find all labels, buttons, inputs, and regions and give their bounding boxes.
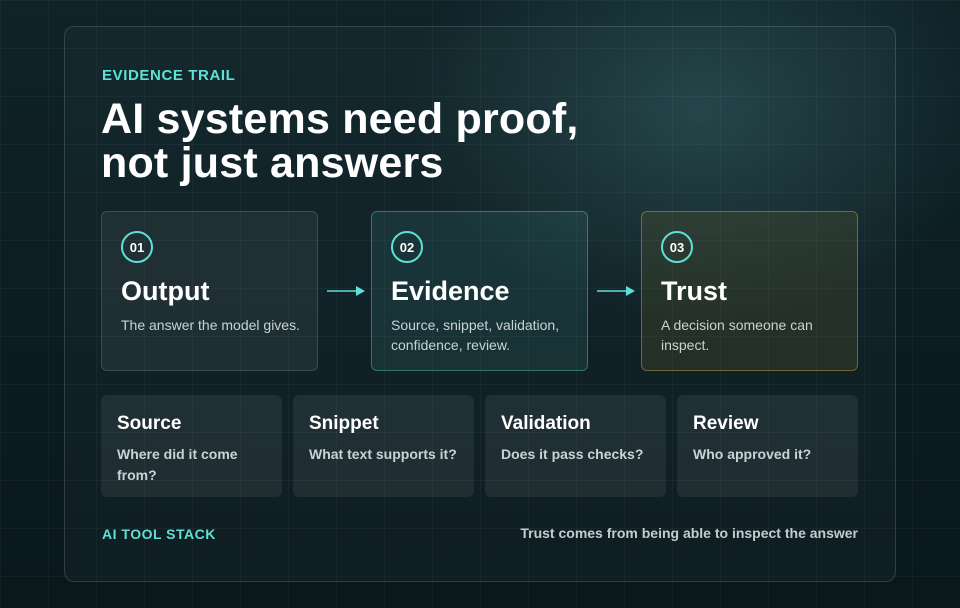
step-evidence: 02 Evidence Source, snippet, validation,… [371,211,588,371]
card-validation: Validation Does it pass checks? [485,395,666,497]
card-title: Validation [501,413,591,434]
title-line-2: not just answers [101,139,444,187]
card-review: Review Who approved it? [677,395,858,497]
title-line-1: AI systems need proof, [101,95,579,143]
card-question: What text supports it? [309,446,457,462]
arrow-right-icon [597,286,635,296]
card-question: Where did it come from? [117,446,238,483]
card-question: Who approved it? [693,446,812,462]
step-title: Trust [661,276,728,306]
card-title: Snippet [309,413,379,434]
step-description: Source, snippet, validation, confidence,… [391,317,560,353]
card-question: Does it pass checks? [501,446,644,462]
step-description: The answer the model gives. [121,317,300,333]
card-snippet: Snippet What text supports it? [293,395,474,497]
card-title: Source [117,413,182,434]
page-title: AI systems need proof, not just answers [101,97,801,185]
step-trust: 03 Trust A decision someone can inspect. [641,211,858,371]
step-output: 01 Output The answer the model gives. [101,211,318,371]
step-number-badge: 01 [121,231,153,263]
footer-brand: AI TOOL STACK [102,526,216,542]
footer-tagline: Trust comes from being able to inspect t… [520,525,858,541]
step-number-badge: 02 [391,231,423,263]
arrow-right-icon [327,286,365,296]
step-title: Output [121,276,210,306]
card-source: Source Where did it come from? [101,395,282,497]
eyebrow-label: EVIDENCE TRAIL [102,67,236,84]
step-description: A decision someone can inspect. [661,317,813,353]
step-number-badge: 03 [661,231,693,263]
card-title: Review [693,413,759,434]
step-title: Evidence [391,276,510,306]
